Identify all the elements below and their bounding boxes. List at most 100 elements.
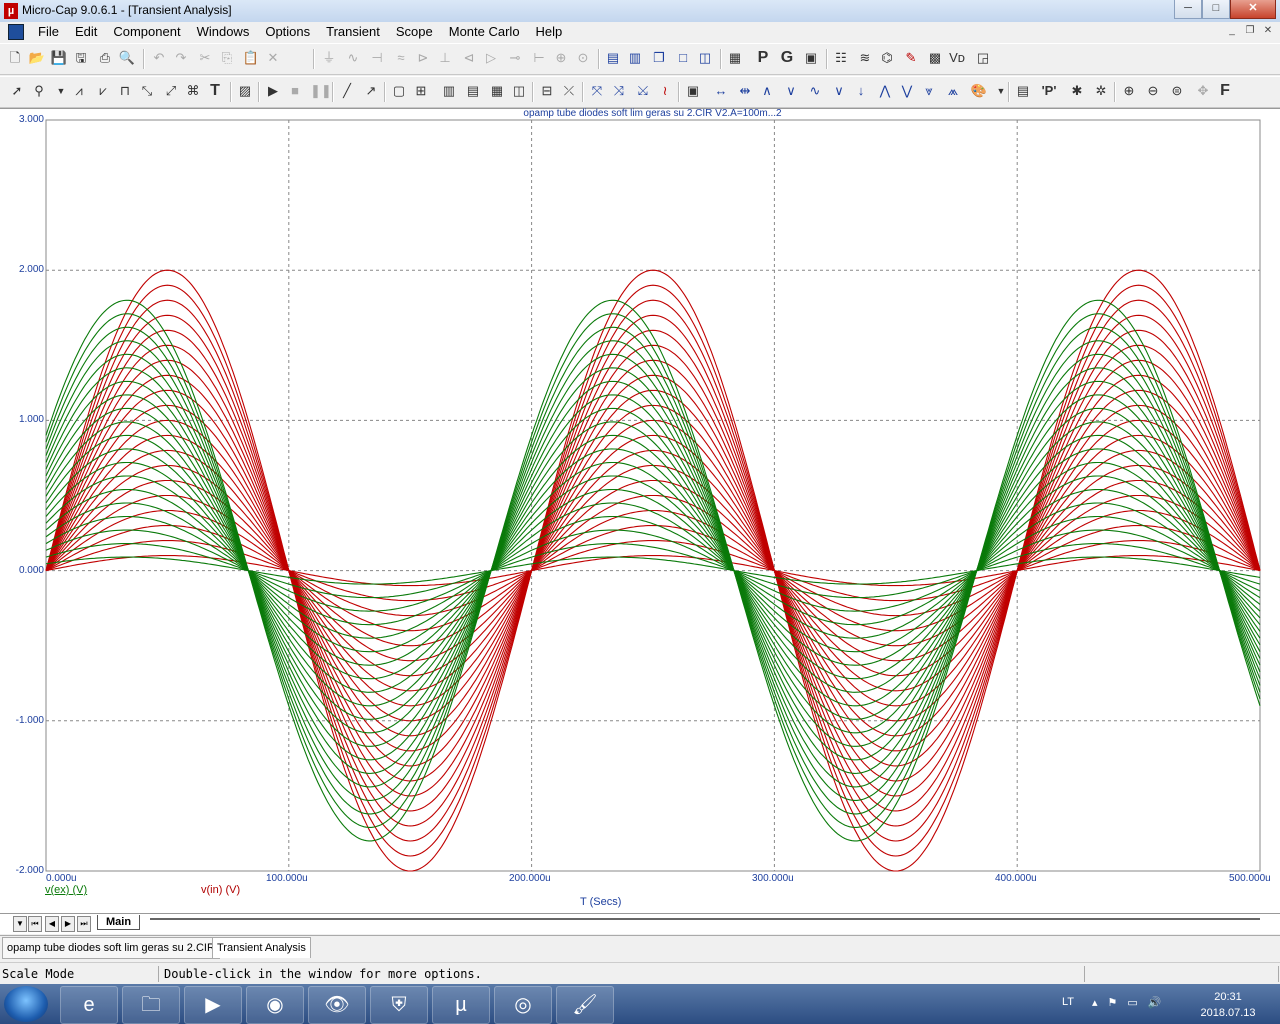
mdi-close-icon[interactable]: ✕ xyxy=(1260,24,1276,38)
p-label-icon[interactable]: 'P' xyxy=(1040,82,1058,100)
zoom-in-icon[interactable]: ⊕ xyxy=(1120,82,1138,100)
text-tool-icon[interactable]: T xyxy=(206,82,224,100)
global-high-icon[interactable]: ⩔ xyxy=(920,82,938,100)
tray-icons[interactable]: ▴⚑▭🔊 xyxy=(1092,996,1171,1009)
zoom-window-icon[interactable]: ◲ xyxy=(974,49,992,67)
min-icon[interactable]: ↓ xyxy=(852,82,870,100)
inductor-icon[interactable]: ≈ xyxy=(392,49,410,67)
valley-find-icon[interactable]: ∨ xyxy=(782,82,800,100)
split-window-icon[interactable]: ◫ xyxy=(696,49,714,67)
micro-cap-app-icon[interactable]: µ xyxy=(4,3,18,19)
f-key-icon[interactable]: F xyxy=(1216,82,1234,100)
node-numbers-icon[interactable]: ⌘ xyxy=(184,82,202,100)
minimize-button[interactable]: ─ xyxy=(1174,0,1202,19)
grid-icon[interactable]: ⊞ xyxy=(412,82,430,100)
select-mode-icon[interactable]: ➚ xyxy=(8,82,26,100)
component-mode-icon[interactable]: ⚲ xyxy=(30,82,48,100)
eye-app-icon[interactable]: 👁 xyxy=(308,986,366,1024)
new-file-icon[interactable]: 🗋 xyxy=(6,49,24,67)
max-icon[interactable]: ⋀ xyxy=(876,82,894,100)
arrow-line-icon[interactable]: ↗ xyxy=(362,82,380,100)
pan-icon[interactable]: ✥ xyxy=(1194,82,1212,100)
slope-icon[interactable]: ∨ xyxy=(830,82,848,100)
bezier-icon[interactable]: ⤢ xyxy=(162,82,180,100)
cursor-y-icon[interactable]: ✲ xyxy=(1092,82,1110,100)
document-icon[interactable] xyxy=(8,24,24,40)
properties-icon[interactable]: ▨ xyxy=(236,82,254,100)
valley-icon[interactable]: ⤨ xyxy=(610,82,628,100)
print-icon[interactable]: ⎙ xyxy=(96,49,114,67)
text-node-icon[interactable]: ⊓ xyxy=(116,82,134,100)
delete-icon[interactable]: ✕ xyxy=(264,49,282,67)
menu-help[interactable]: Help xyxy=(528,24,571,40)
cascade-icon[interactable]: ❐ xyxy=(650,49,668,67)
capacitor-icon[interactable]: ⊣ xyxy=(368,49,386,67)
grid-text-icon[interactable]: ▦ xyxy=(488,82,506,100)
language-indicator[interactable]: LT xyxy=(1062,996,1074,1008)
border-icon[interactable]: ▢ xyxy=(390,82,408,100)
dropdown-arrow-icon[interactable]: ▼ xyxy=(52,82,70,100)
close-button[interactable]: ✕ xyxy=(1230,0,1276,19)
plot-properties-icon[interactable]: ▩ xyxy=(926,49,944,67)
first-page-icon[interactable]: ⏮ xyxy=(28,916,42,932)
menu-scope[interactable]: Scope xyxy=(388,24,441,40)
utorrent-icon[interactable]: µ xyxy=(432,986,490,1024)
scroll-left-icon[interactable]: ▼ xyxy=(13,916,27,932)
color-palette-icon[interactable]: 🎨 xyxy=(970,82,988,100)
window-icon[interactable]: □ xyxy=(674,49,692,67)
last-page-icon[interactable]: ⏭ xyxy=(77,916,91,932)
tab-transient-analysis[interactable]: Transient Analysis xyxy=(212,937,311,958)
cursor-mode-icon[interactable]: ⊟ xyxy=(538,82,556,100)
graph-mode-icon[interactable]: ⩘ xyxy=(70,82,88,100)
menu-windows[interactable]: Windows xyxy=(189,24,258,40)
clock[interactable]: 20:31 2018.07.13 xyxy=(1198,989,1258,1021)
transient-plot[interactable] xyxy=(0,108,1280,888)
tile-horizontal-icon[interactable]: ▤ xyxy=(604,49,622,67)
paint-icon[interactable]: 🖌 xyxy=(556,986,614,1024)
menu-monte-carlo[interactable]: Monte Carlo xyxy=(441,24,528,40)
npn-icon[interactable]: ⊲ xyxy=(460,49,478,67)
numeric-output-icon[interactable]: ☷ xyxy=(832,49,850,67)
menu-file[interactable]: File xyxy=(30,24,67,40)
copy-icon[interactable]: ⎘ xyxy=(218,49,236,67)
ie-icon[interactable]: e xyxy=(60,986,118,1024)
vd-icon[interactable]: Vᴅ xyxy=(948,49,966,67)
mdi-minimize-icon[interactable]: _ xyxy=(1224,24,1240,38)
p-key-icon[interactable]: P xyxy=(754,49,772,67)
media-player-icon[interactable]: ▶ xyxy=(184,986,242,1024)
legend-vin[interactable]: v(in) (V) xyxy=(201,884,240,896)
menu-edit[interactable]: Edit xyxy=(67,24,105,40)
switch-icon[interactable]: ⊸ xyxy=(506,49,524,67)
g-key-icon[interactable]: G xyxy=(778,49,796,67)
menu-component[interactable]: Component xyxy=(105,24,188,40)
zoom-fit-icon[interactable]: ⊜ xyxy=(1168,82,1186,100)
low-icon[interactable]: ≀ xyxy=(656,82,674,100)
mdi-restore-icon[interactable]: ❐ xyxy=(1242,24,1258,38)
shield-app-icon[interactable]: ⛨ xyxy=(370,986,428,1024)
major-grid-icon[interactable]: ▤ xyxy=(464,82,482,100)
table-icon[interactable]: ▣ xyxy=(802,49,820,67)
minor-grid-icon[interactable]: ▥ xyxy=(440,82,458,100)
source-icon[interactable]: ⊕ xyxy=(552,49,570,67)
firefox-icon[interactable]: ◉ xyxy=(246,986,304,1024)
data-points-icon[interactable]: ▤ xyxy=(1014,82,1032,100)
cut-icon[interactable]: ✂ xyxy=(196,49,214,67)
legend-vex[interactable]: v(ex) (V) xyxy=(45,884,87,896)
open-file-icon[interactable]: 📂 xyxy=(28,49,46,67)
next-page-icon[interactable]: ▶ xyxy=(61,916,75,932)
scope-icon[interactable]: ⌬ xyxy=(878,49,896,67)
redo-icon[interactable]: ↷ xyxy=(172,49,190,67)
paste-icon[interactable]: 📋 xyxy=(242,49,260,67)
cursor-right-icon[interactable]: ⇹ xyxy=(736,82,754,100)
opamp-icon[interactable]: ▷ xyxy=(482,49,500,67)
horizontal-scrollbar[interactable] xyxy=(150,918,1260,920)
resistor-icon[interactable]: ∿ xyxy=(344,49,362,67)
explorer-icon[interactable]: 🗀 xyxy=(122,986,180,1024)
zoom-out-icon[interactable]: ⊖ xyxy=(1144,82,1162,100)
tab-circuit-file[interactable]: opamp tube diodes soft lim geras su 2.CI… xyxy=(2,937,220,959)
undo-icon[interactable]: ↶ xyxy=(150,49,168,67)
waveform-icon[interactable]: ≋ xyxy=(856,49,874,67)
tile-vertical-icon[interactable]: ▥ xyxy=(626,49,644,67)
cursor-left-icon[interactable]: ↔ xyxy=(712,82,730,100)
global-low-icon[interactable]: ⩕ xyxy=(944,82,962,100)
